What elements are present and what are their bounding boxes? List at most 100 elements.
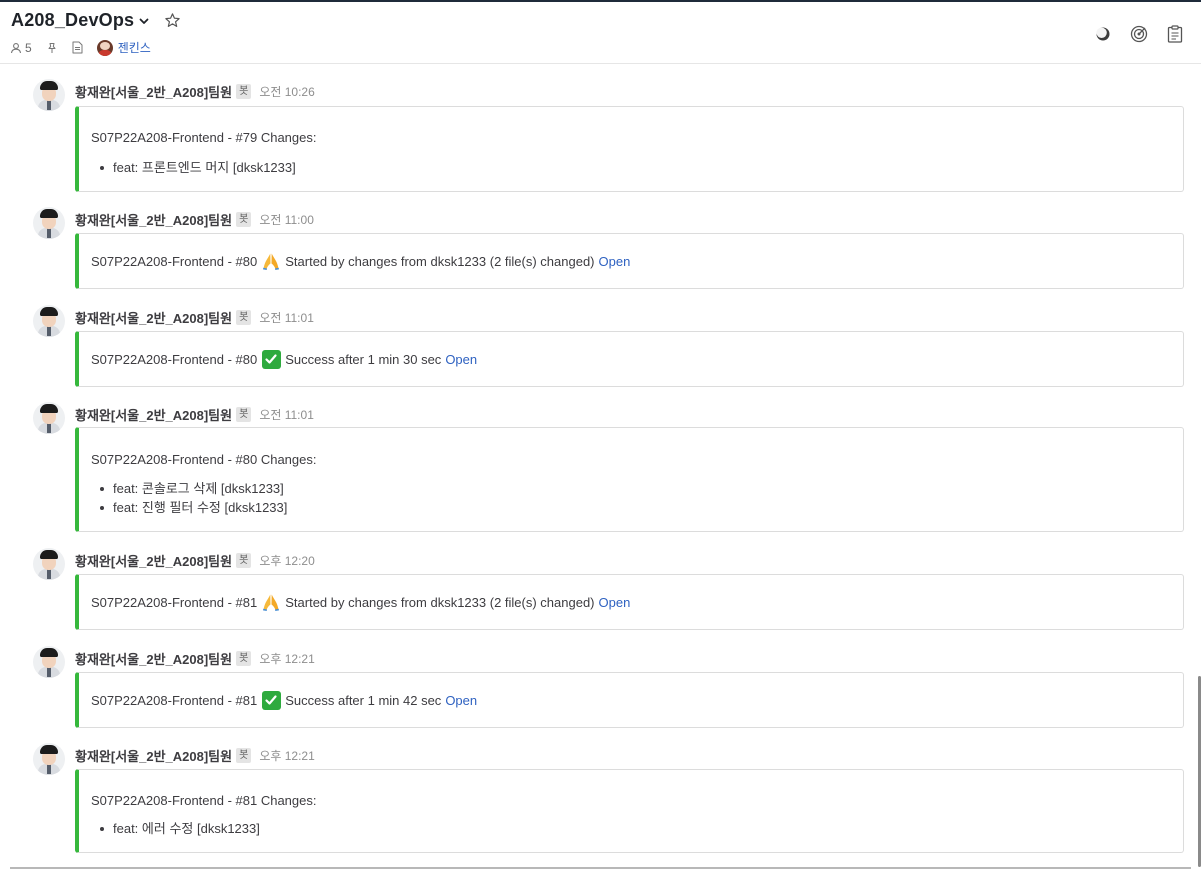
channel-header: A208_DevOps 5 젠킨스 — [0, 2, 1201, 64]
change-list: feat: 에러 수정 [dksk1233] — [91, 819, 260, 838]
post-header: 황재완[서울_2반_A208]팀원 봇 오후 12:21 — [75, 649, 315, 667]
change-list: feat: 콘솔로그 삭제 [dksk1233] feat: 진행 필터 수정 … — [91, 479, 287, 517]
author-name[interactable]: 황재완[서울_2반_A208]팀원 — [75, 405, 232, 424]
author-name[interactable]: 황재완[서울_2반_A208]팀원 — [75, 649, 232, 668]
message-attachment: S07P22A208-Frontend - #79 Changes: feat:… — [75, 106, 1184, 192]
bookmark-label: 젠킨스 — [117, 41, 151, 55]
post-header: 황재완[서울_2반_A208]팀원 봇 오전 10:26 — [75, 82, 315, 100]
message-attachment: S07P22A208-Frontend - #81 Success after … — [75, 672, 1184, 728]
post: 황재완[서울_2반_A208]팀원 봇 오후 12:20 S07P22A208-… — [0, 534, 1190, 632]
post-header: 황재완[서울_2반_A208]팀원 봇 오후 12:21 — [75, 746, 315, 764]
bot-badge: 봇 — [236, 552, 252, 568]
avatar[interactable] — [33, 743, 65, 775]
bot-badge: 봇 — [236, 309, 252, 325]
list-item: feat: 에러 수정 [dksk1233] — [91, 819, 260, 838]
message-list: 황재완[서울_2반_A208]팀원 봇 오전 10:26 S07P22A208-… — [0, 65, 1201, 867]
avatar[interactable] — [33, 305, 65, 337]
attachment-text: S07P22A208-Frontend - #81 Started by cha… — [91, 592, 630, 612]
avatar[interactable] — [33, 402, 65, 434]
author-name[interactable]: 황재완[서울_2반_A208]팀원 — [75, 210, 232, 229]
post-header: 황재완[서울_2반_A208]팀원 봇 오후 12:20 — [75, 551, 315, 569]
bot-badge: 봇 — [236, 650, 252, 666]
check-mark-icon — [261, 349, 281, 369]
check-mark-icon — [261, 690, 281, 710]
channel-name[interactable]: A208_DevOps — [11, 10, 134, 31]
message-attachment: S07P22A208-Frontend - #81 Changes: feat:… — [75, 769, 1184, 853]
author-name[interactable]: 황재완[서울_2반_A208]팀원 — [75, 308, 232, 327]
pin-icon[interactable] — [46, 42, 58, 54]
post-header: 황재완[서울_2반_A208]팀원 봇 오전 11:00 — [75, 210, 314, 228]
attachment-text: S07P22A208-Frontend - #79 Changes: — [91, 130, 317, 145]
status-text: Started by changes from dksk1233 (2 file… — [285, 253, 595, 269]
member-icon — [10, 42, 22, 54]
list-item: feat: 콘솔로그 삭제 [dksk1233] — [91, 479, 287, 498]
focus-target-icon[interactable] — [1129, 24, 1149, 44]
message-attachment: S07P22A208-Frontend - #80 Success after … — [75, 331, 1184, 387]
attachment-title: S07P22A208-Frontend - #81 Changes: — [91, 793, 317, 808]
chevron-down-icon[interactable] — [138, 15, 150, 27]
post-header: 황재완[서울_2반_A208]팀원 봇 오전 11:01 — [75, 308, 314, 326]
open-link[interactable]: Open — [599, 254, 631, 269]
bot-badge: 봇 — [236, 211, 252, 227]
message-attachment: S07P22A208-Frontend - #81 Started by cha… — [75, 574, 1184, 630]
attachment-text: S07P22A208-Frontend - #80 Started by cha… — [91, 251, 630, 271]
pray-icon — [261, 592, 281, 612]
avatar[interactable] — [33, 646, 65, 678]
attachment-text: S07P22A208-Frontend - #80 Success after … — [91, 349, 477, 369]
list-item: feat: 진행 필터 수정 [dksk1233] — [91, 498, 287, 517]
pray-icon — [261, 251, 281, 271]
attachment-title: S07P22A208-Frontend - #79 Changes: — [91, 130, 317, 145]
channel-meta: 5 젠킨스 — [10, 39, 151, 56]
open-link[interactable]: Open — [599, 595, 631, 610]
job-label: S07P22A208-Frontend - #80 — [91, 351, 258, 367]
files-icon[interactable] — [72, 41, 83, 54]
avatar[interactable] — [33, 79, 65, 111]
post: 황재완[서울_2반_A208]팀원 봇 오전 11:01 S07P22A208-… — [0, 291, 1190, 389]
post: 황재완[서울_2반_A208]팀원 봇 오전 10:26 S07P22A208-… — [0, 65, 1190, 195]
timestamp[interactable]: 오전 11:00 — [259, 211, 314, 228]
status-text: Started by changes from dksk1233 (2 file… — [285, 594, 595, 610]
bot-badge: 봇 — [236, 83, 252, 99]
author-name[interactable]: 황재완[서울_2반_A208]팀원 — [75, 551, 232, 570]
bot-badge: 봇 — [236, 406, 252, 422]
author-name[interactable]: 황재완[서울_2반_A208]팀원 — [75, 746, 232, 765]
attachment-text: S07P22A208-Frontend - #81 Changes: — [91, 793, 317, 808]
bot-badge: 봇 — [236, 747, 252, 763]
star-icon[interactable] — [164, 12, 182, 30]
timestamp[interactable]: 오전 11:01 — [259, 406, 314, 423]
status-text: Success after 1 min 30 sec — [285, 351, 442, 367]
message-attachment: S07P22A208-Frontend - #80 Changes: feat:… — [75, 427, 1184, 532]
status-text: Success after 1 min 42 sec — [285, 692, 442, 708]
jenkins-icon — [96, 39, 113, 56]
attachment-title: S07P22A208-Frontend - #80 Changes: — [91, 452, 317, 467]
author-name[interactable]: 황재완[서울_2반_A208]팀원 — [75, 82, 232, 101]
post-header: 황재완[서울_2반_A208]팀원 봇 오전 11:01 — [75, 405, 314, 423]
member-count-button[interactable]: 5 — [10, 41, 32, 55]
job-label: S07P22A208-Frontend - #81 — [91, 594, 258, 610]
attachment-text: S07P22A208-Frontend - #81 Success after … — [91, 690, 477, 710]
timestamp[interactable]: 오후 12:21 — [259, 747, 314, 764]
timestamp[interactable]: 오후 12:21 — [259, 650, 314, 667]
open-link[interactable]: Open — [445, 693, 477, 708]
job-label: S07P22A208-Frontend - #80 — [91, 253, 258, 269]
avatar[interactable] — [33, 548, 65, 580]
post: 황재완[서울_2반_A208]팀원 봇 오전 11:00 S07P22A208-… — [0, 193, 1190, 291]
open-link[interactable]: Open — [445, 352, 477, 367]
member-count: 5 — [25, 40, 32, 55]
post: 황재완[서울_2반_A208]팀원 봇 오전 11:01 S07P22A208-… — [0, 388, 1190, 534]
timestamp[interactable]: 오후 12:20 — [259, 552, 314, 569]
post: 황재완[서울_2반_A208]팀원 봇 오후 12:21 S07P22A208-… — [0, 729, 1190, 859]
job-label: S07P22A208-Frontend - #81 — [91, 692, 258, 708]
avatar[interactable] — [33, 207, 65, 239]
header-actions — [1077, 24, 1185, 44]
bottom-divider — [10, 867, 1191, 869]
channel-title-row: A208_DevOps — [11, 10, 182, 31]
status-icon[interactable] — [1093, 24, 1113, 44]
clipboard-icon[interactable] — [1165, 24, 1185, 44]
bookmark-jenkins[interactable]: 젠킨스 — [96, 39, 151, 56]
timestamp[interactable]: 오전 11:01 — [259, 309, 314, 326]
post: 황재완[서울_2반_A208]팀원 봇 오후 12:21 S07P22A208-… — [0, 632, 1190, 730]
message-attachment: S07P22A208-Frontend - #80 Started by cha… — [75, 233, 1184, 289]
timestamp[interactable]: 오전 10:26 — [259, 83, 314, 100]
attachment-text: S07P22A208-Frontend - #80 Changes: — [91, 452, 317, 467]
